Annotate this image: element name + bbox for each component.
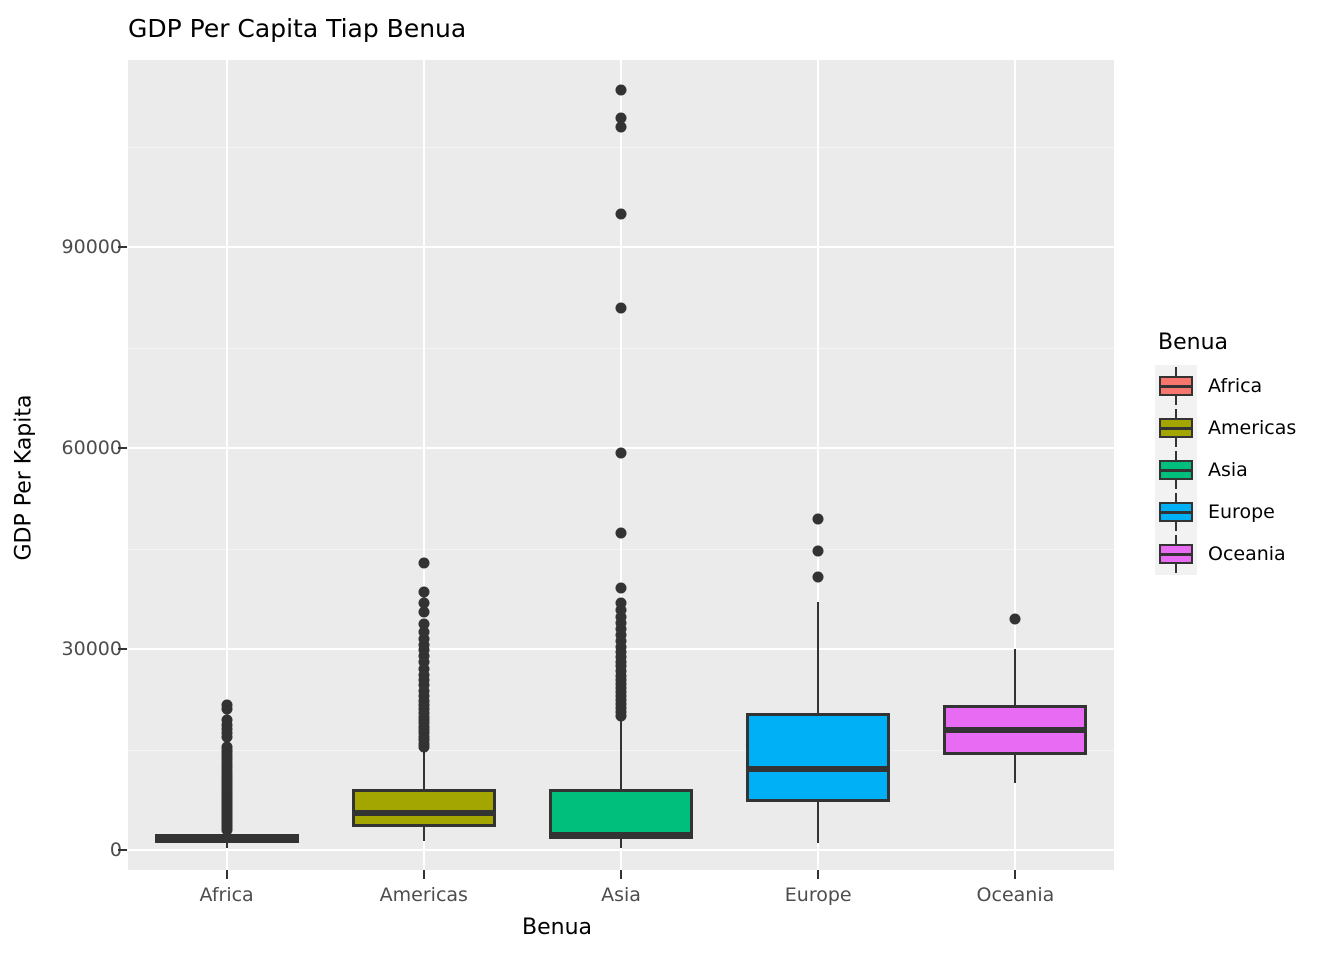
x-tick-mark (817, 870, 820, 879)
legend-median (1159, 511, 1193, 514)
legend-label: Americas (1208, 417, 1297, 439)
whisker-upper (1014, 649, 1017, 706)
y-tick-mark (118, 447, 127, 450)
legend-item-oceania[interactable]: Oceania (1155, 533, 1340, 575)
y-tick-label: 60000 (61, 437, 122, 460)
whisker-lower (1014, 755, 1017, 783)
x-tick-mark (1014, 870, 1017, 879)
x-tick-mark (620, 870, 622, 879)
x-tick-label: Americas (379, 884, 468, 906)
x-tick-label: Europe (784, 884, 852, 906)
legend-key-icon (1155, 365, 1197, 407)
legend-item-americas[interactable]: Americas (1155, 407, 1340, 449)
legend-key-icon (1155, 491, 1197, 533)
boxplot-oceania (128, 60, 1114, 870)
legend-key-icon (1155, 449, 1197, 491)
x-tick-mark (225, 870, 228, 879)
legend-item-africa[interactable]: Africa (1155, 365, 1340, 407)
y-tick-mark (118, 246, 127, 249)
y-tick-mark (118, 848, 127, 851)
legend-label: Asia (1208, 459, 1248, 481)
legend-key-icon (1155, 533, 1197, 575)
x-tick-label: Africa (199, 884, 254, 906)
legend-label: Africa (1208, 375, 1263, 397)
legend-item-asia[interactable]: Asia (1155, 449, 1340, 491)
legend-median (1159, 385, 1193, 388)
y-tick-mark (118, 648, 127, 651)
legend-median (1159, 553, 1193, 556)
outlier-point (1009, 613, 1021, 625)
median-line (943, 726, 1088, 733)
x-tick-label: Asia (601, 884, 641, 906)
legend-median (1159, 469, 1193, 472)
legend-title: Benua (1158, 330, 1228, 355)
legend-median (1159, 427, 1193, 430)
plot-panel (128, 60, 1114, 870)
x-tick-mark (422, 870, 425, 879)
x-tick-label: Oceania (976, 884, 1055, 906)
y-axis-title: GDP Per Kapita (11, 394, 37, 561)
legend-item-europe[interactable]: Europe (1155, 491, 1340, 533)
legend-label: Oceania (1208, 543, 1286, 565)
chart-root: GDP Per Capita Tiap Benua GDP Per Kapita… (0, 0, 1344, 960)
y-tick-label: 90000 (61, 236, 122, 259)
legend: Benua Africa Americas Asia Europe Oceania (1155, 330, 1340, 575)
legend-entries: Africa Americas Asia Europe Oceania (1155, 365, 1340, 575)
legend-key-icon (1155, 407, 1197, 449)
x-axis-title: Benua (522, 915, 592, 940)
chart-title: GDP Per Capita Tiap Benua (128, 14, 467, 43)
y-tick-label: 30000 (61, 638, 122, 661)
legend-label: Europe (1208, 501, 1275, 523)
